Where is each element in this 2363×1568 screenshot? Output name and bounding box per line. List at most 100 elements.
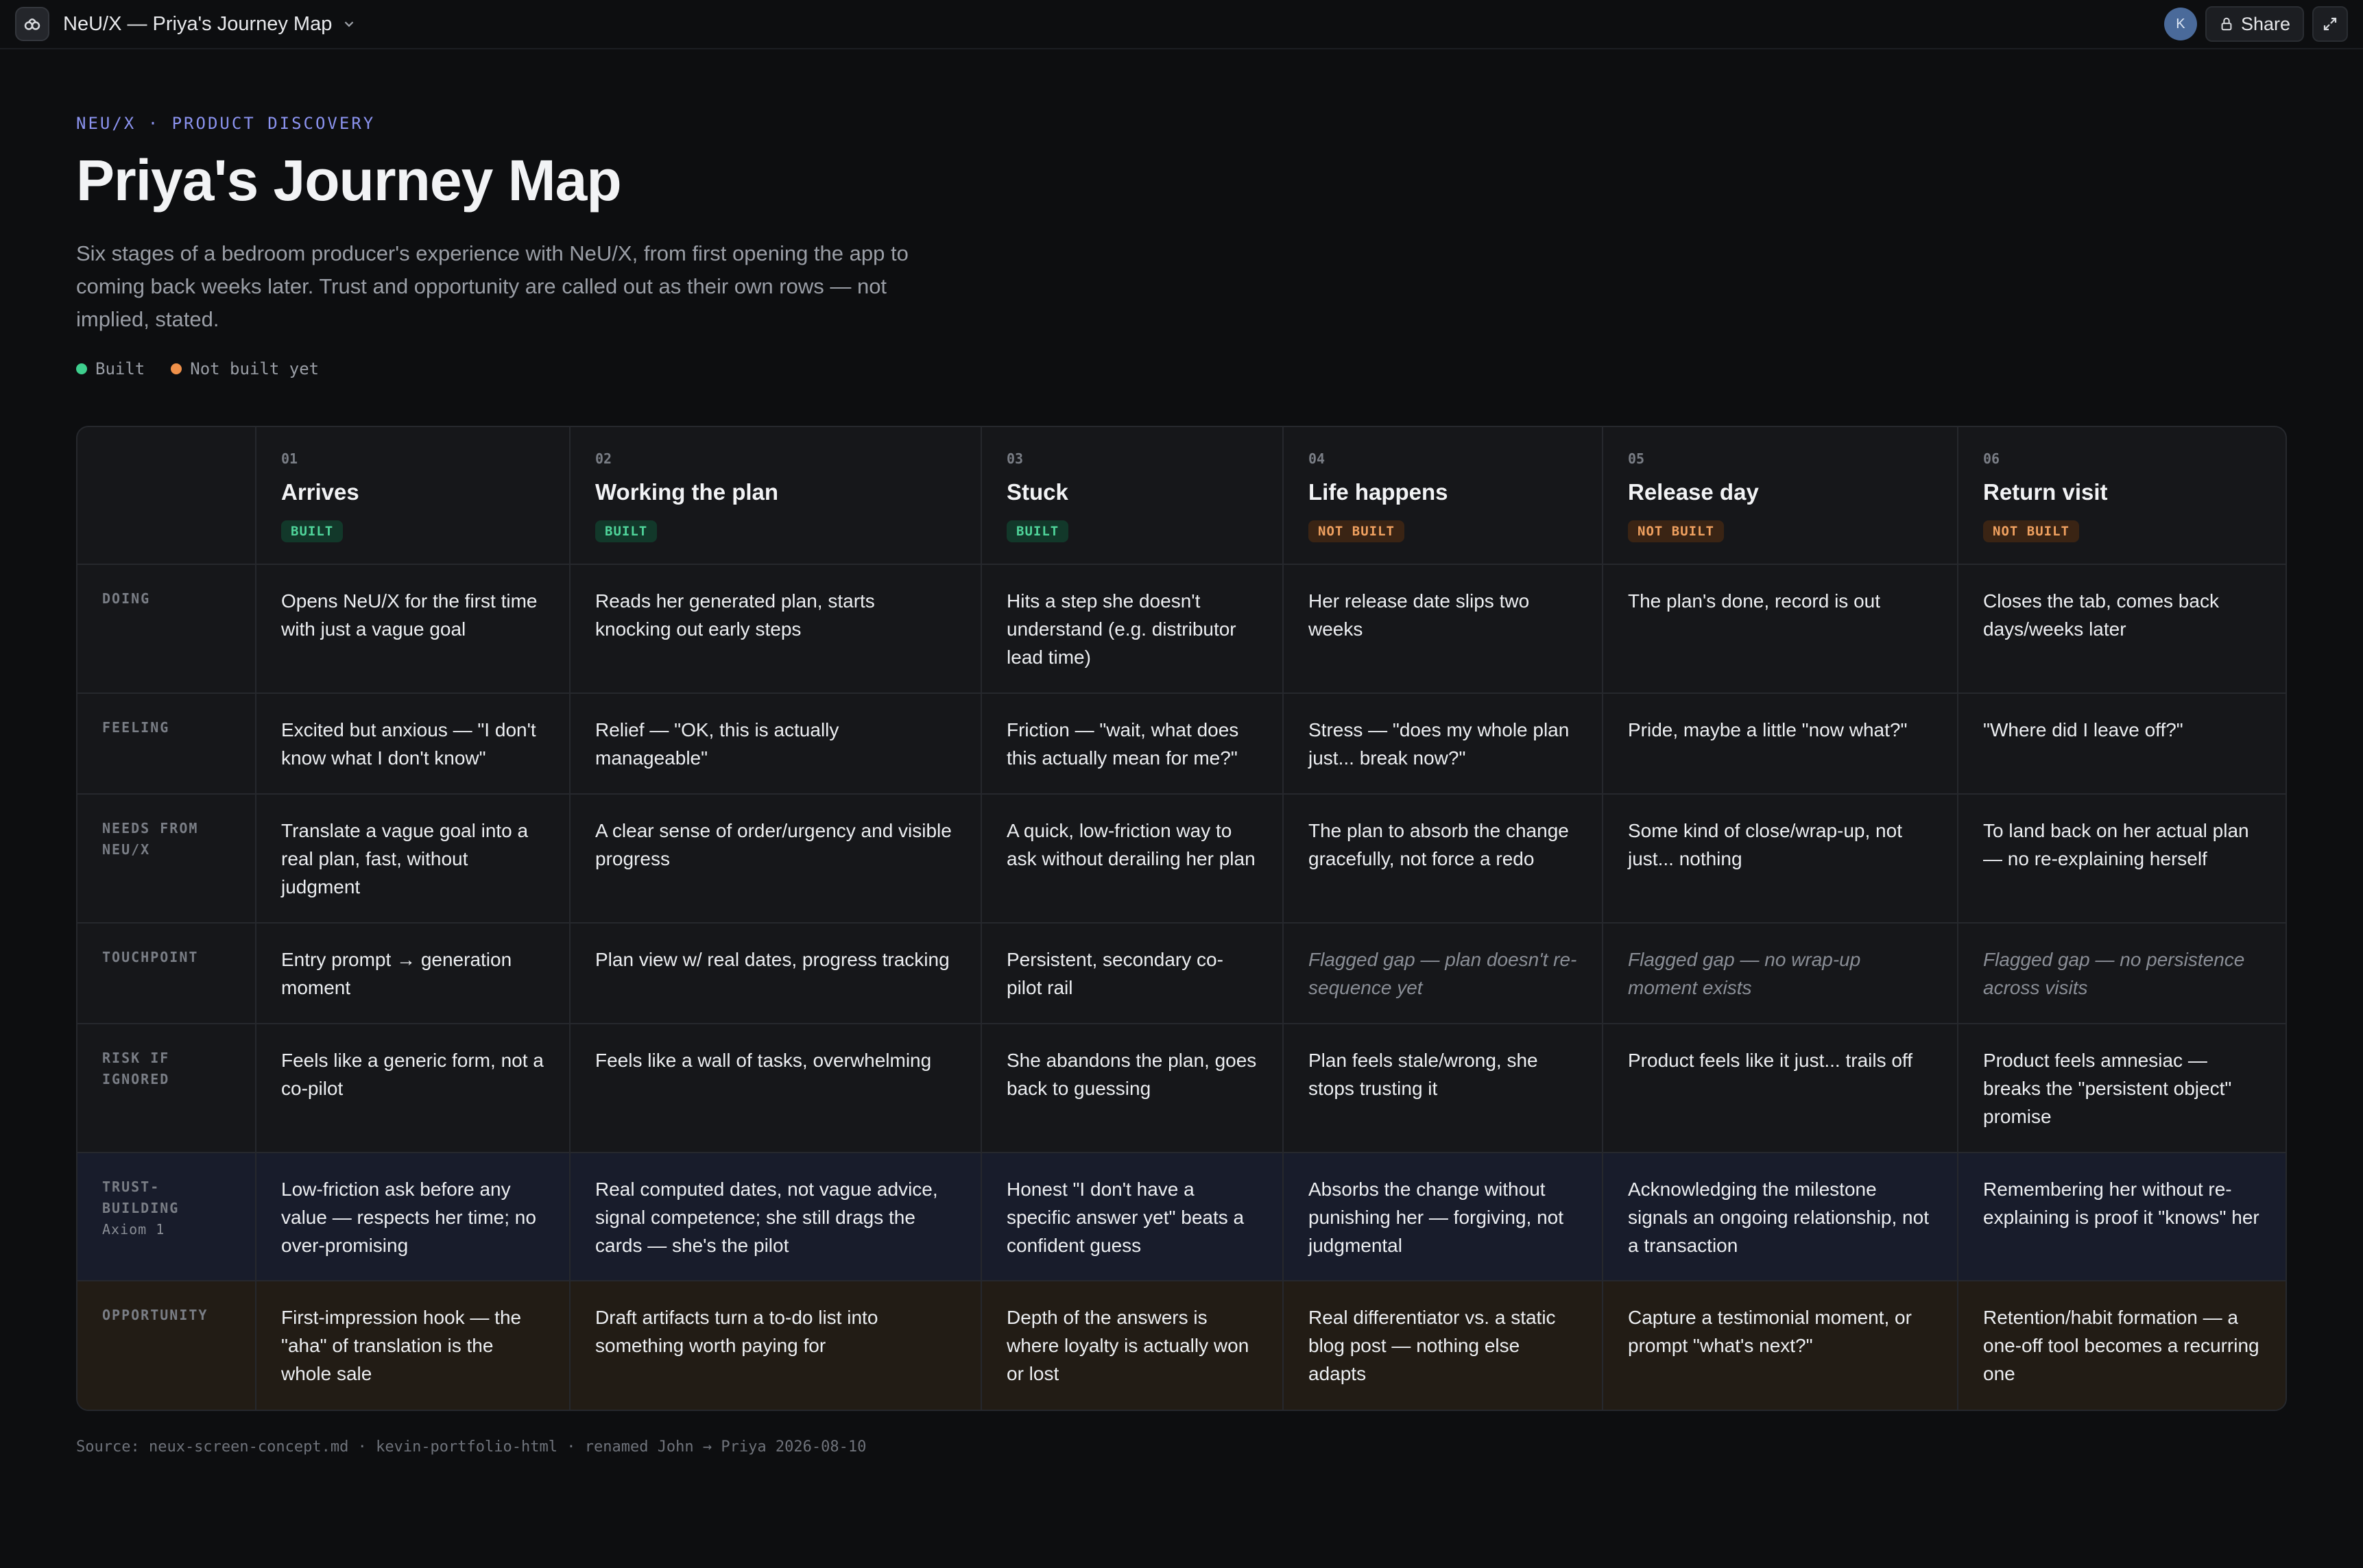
table-cell: Some kind of close/wrap-up, not just... … <box>1603 794 1958 924</box>
row-label: OPPORTUNITY <box>77 1281 256 1410</box>
status-badge: NOT BUILT <box>1628 520 1724 542</box>
app-logo-icon[interactable] <box>15 7 49 41</box>
table-cell: Feels like a generic form, not a co-pilo… <box>256 1024 571 1153</box>
stage-name: Arrives <box>281 479 359 505</box>
legend-not-built: Not built yet <box>171 359 319 378</box>
row-trust-building: TRUST-BUILDING Axiom 1 Low-friction ask b… <box>77 1153 2286 1281</box>
table-cell: Her release date slips two weeks <box>1283 564 1603 694</box>
table-cell: Product feels like it just... trails off <box>1603 1024 1958 1153</box>
row-label: DOING <box>77 564 256 694</box>
eyebrow-label: NEU/X · PRODUCT DISCOVERY <box>76 114 376 133</box>
table-cell: The plan to absorb the change gracefully… <box>1283 794 1603 924</box>
row-label: FEELING <box>77 693 256 795</box>
status-badge: BUILT <box>281 520 344 542</box>
stage-header-05: 05 Release day NOT BUILT <box>1603 427 1958 565</box>
status-badge: BUILT <box>1007 520 1069 542</box>
table-cell: Entry prompt → generation moment <box>256 923 571 1024</box>
page-subtitle: Six stages of a bedroom producer's exper… <box>76 241 909 331</box>
table-cell: She abandons the plan, goes back to gues… <box>981 1024 1284 1153</box>
table-cell: Honest "I don't have a specific answer y… <box>981 1153 1284 1281</box>
legend-not-built-label: Not built yet <box>190 359 320 378</box>
status-badge: BUILT <box>595 520 658 542</box>
row-label: TRUST-BUILDING <box>102 1179 180 1216</box>
not-built-dot-icon <box>171 363 182 374</box>
table-cell: Opens NeU/X for the first time with just… <box>256 564 571 694</box>
table-cell: Stress — "does my whole plan just... bre… <box>1283 693 1603 795</box>
stage-number: 06 <box>1983 450 2000 467</box>
top-bar: NeU/X — Priya's Journey Map K Share <box>0 0 2363 49</box>
row-label-trust: TRUST-BUILDING Axiom 1 <box>77 1153 256 1281</box>
lock-icon <box>2221 17 2232 31</box>
table-cell: Real differentiator vs. a static blog po… <box>1283 1281 1603 1410</box>
page-title: Priya's Journey Map <box>76 148 622 213</box>
row-label: RISK IF IGNORED <box>77 1024 256 1153</box>
stage-number: 02 <box>595 450 612 467</box>
stage-number: 05 <box>1628 450 1645 467</box>
document-title-text: NeU/X — Priya's Journey Map <box>63 12 333 35</box>
stage-name: Working the plan <box>595 479 779 505</box>
table-cell: Friction — "wait, what does this actuall… <box>981 693 1284 795</box>
legend-built: Built <box>76 359 145 378</box>
stage-header-02: 02 Working the plan BUILT <box>570 427 982 565</box>
status-badge: NOT BUILT <box>1308 520 1404 542</box>
table-cell: Feels like a wall of tasks, overwhelming <box>570 1024 982 1153</box>
table-cell: To land back on her actual plan — no re-… <box>1958 794 2286 924</box>
table-cell: Capture a testimonial moment, or prompt … <box>1603 1281 1958 1410</box>
share-button[interactable]: Share <box>2205 6 2304 42</box>
status-badge: NOT BUILT <box>1983 520 2079 542</box>
table-cell: Acknowledging the milestone signals an o… <box>1603 1153 1958 1281</box>
table-cell: Excited but anxious — "I don't know what… <box>256 693 571 795</box>
table-cell: Hits a step she doesn't understand (e.g.… <box>981 564 1284 694</box>
stage-name: Release day <box>1628 479 1759 505</box>
journey-map-table: 01 Arrives BUILT 02 Working the plan BUILT 0… <box>76 426 2287 1411</box>
row-label: NEEDS FROM NEU/X <box>77 794 256 924</box>
stage-name: Stuck <box>1007 479 1068 505</box>
row-doing: DOING Opens NeU/X for the first time wit… <box>77 564 2286 694</box>
row-touchpoint: TOUCHPOINT Entry prompt → generation mom… <box>77 923 2286 1024</box>
row-sublabel: Axiom 1 <box>102 1221 165 1238</box>
stage-number: 01 <box>281 450 298 467</box>
table-cell: The plan's done, record is out <box>1603 564 1958 694</box>
stage-name: Life happens <box>1308 479 1448 505</box>
table-cell: Relief — "OK, this is actually manageabl… <box>570 693 982 795</box>
status-legend: Built Not built yet <box>76 359 319 378</box>
table-cell: First-impression hook — the "aha" of tra… <box>256 1281 571 1410</box>
flagged-gap-cell: Flagged gap — no wrap-up moment exists <box>1603 923 1958 1024</box>
stage-number: 03 <box>1007 450 1024 467</box>
table-cell: "Where did I leave off?" <box>1958 693 2286 795</box>
chevron-down-icon <box>345 21 354 27</box>
stage-name: Return visit <box>1983 479 2108 505</box>
stage-header-03: 03 Stuck BUILT <box>981 427 1284 565</box>
table-cell: Persistent, secondary co-pilot rail <box>981 923 1284 1024</box>
flagged-gap-cell: Flagged gap — no persistence across visi… <box>1958 923 2286 1024</box>
table-cell: Pride, maybe a little "now what?" <box>1603 693 1958 795</box>
built-dot-icon <box>76 363 87 374</box>
table-cell: Draft artifacts turn a to-do list into s… <box>570 1281 982 1410</box>
expand-icon <box>2323 17 2337 31</box>
table-cell: A clear sense of order/urgency and visib… <box>570 794 982 924</box>
table-cell: A quick, low-friction way to ask without… <box>981 794 1284 924</box>
stage-number: 04 <box>1308 450 1326 467</box>
expand-button[interactable] <box>2312 6 2348 42</box>
stage-header-04: 04 Life happens NOT BUILT <box>1283 427 1603 565</box>
table-cell: Depth of the answers is where loyalty is… <box>981 1281 1284 1410</box>
legend-built-label: Built <box>95 359 145 378</box>
avatar[interactable]: K <box>2163 8 2197 40</box>
table-cell: Plan view w/ real dates, progress tracki… <box>570 923 982 1024</box>
table-cell: Reads her generated plan, starts knockin… <box>570 564 982 694</box>
corner-cell <box>77 427 256 565</box>
row-needs: NEEDS FROM NEU/X Translate a vague goal … <box>77 794 2286 924</box>
table-cell: Closes the tab, comes back days/weeks la… <box>1958 564 2286 694</box>
stage-header-06: 06 Return visit NOT BUILT <box>1958 427 2286 565</box>
flagged-gap-cell: Flagged gap — plan doesn't re-sequence y… <box>1283 923 1603 1024</box>
table-cell: Real computed dates, not vague advice, s… <box>570 1153 982 1281</box>
row-risk: RISK IF IGNORED Feels like a generic for… <box>77 1024 2286 1153</box>
table-cell: Translate a vague goal into a real plan,… <box>256 794 571 924</box>
table-cell: Remembering her without re-explaining is… <box>1958 1153 2286 1281</box>
row-feeling: FEELING Excited but anxious — "I don't k… <box>77 693 2286 795</box>
table-cell: Low-friction ask before any value — resp… <box>256 1153 571 1281</box>
document-title[interactable]: NeU/X — Priya's Journey Map <box>63 13 357 36</box>
table-cell: Product feels amnesiac — breaks the "per… <box>1958 1024 2286 1153</box>
row-label: TOUCHPOINT <box>77 923 256 1024</box>
source-footnote: Source: neux-screen-concept.md · kevin-p… <box>76 1438 867 1456</box>
